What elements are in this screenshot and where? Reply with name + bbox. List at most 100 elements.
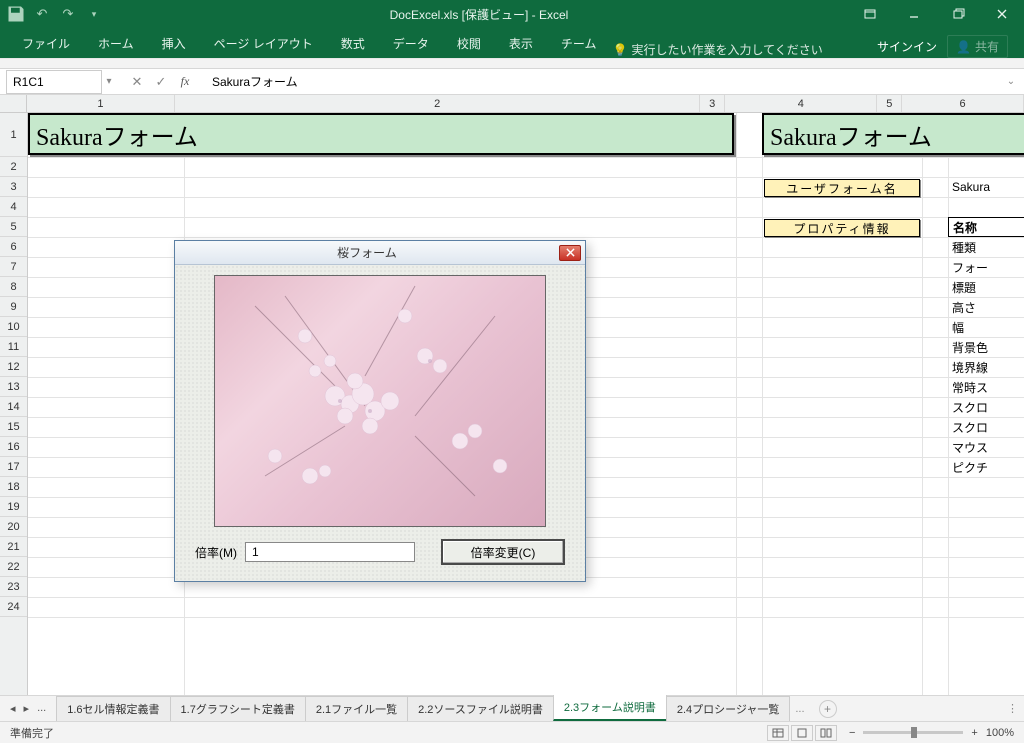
tab-review[interactable]: 校閲 <box>445 29 493 58</box>
row-header[interactable]: 19 <box>0 497 27 517</box>
view-pagelayout-icon[interactable] <box>791 725 813 741</box>
tab-home[interactable]: ホーム <box>86 29 146 58</box>
row-header[interactable]: 8 <box>0 277 27 297</box>
row-header[interactable]: 23 <box>0 577 27 597</box>
name-box[interactable]: R1C1 <box>6 70 102 94</box>
cell-prop[interactable]: スクロ <box>948 417 1024 437</box>
view-normal-icon[interactable] <box>767 725 789 741</box>
row-header[interactable]: 12 <box>0 357 27 377</box>
col-header[interactable]: 6 <box>902 95 1024 112</box>
cancel-icon[interactable]: ✕ <box>126 72 148 92</box>
cell-title[interactable]: Sakuraフォーム <box>28 113 734 155</box>
cell-userform-value[interactable]: Sakura <box>948 177 1024 197</box>
cell-prop[interactable]: ピクチ <box>948 457 1024 477</box>
row-header[interactable]: 18 <box>0 477 27 497</box>
dialog-close-button[interactable] <box>559 245 581 261</box>
minimize-icon[interactable] <box>892 0 936 28</box>
tab-formulas[interactable]: 数式 <box>329 29 377 58</box>
save-icon[interactable] <box>6 4 26 24</box>
fx-icon[interactable]: fx <box>174 72 196 92</box>
sheet-tab[interactable]: 2.2ソースファイル説明書 <box>407 696 554 721</box>
cell-prop[interactable]: 境界線 <box>948 357 1024 377</box>
row-header[interactable]: 24 <box>0 597 27 617</box>
close-icon[interactable] <box>980 0 1024 28</box>
sheet-tab[interactable]: 2.4プロシージャ一覧 <box>666 696 791 721</box>
row-header[interactable]: 6 <box>0 237 27 257</box>
row-header[interactable]: 21 <box>0 537 27 557</box>
namebox-dropdown-icon[interactable]: ▾ <box>102 76 116 87</box>
zoom-slider[interactable] <box>863 731 963 734</box>
cell-userform-label[interactable]: ユーザフォーム名 <box>764 179 920 197</box>
row-header[interactable]: 16 <box>0 437 27 457</box>
cell-col6-header[interactable]: 名称 <box>948 217 1024 237</box>
tab-nav-more-right[interactable]: ... <box>789 703 810 715</box>
ribbon-options-icon[interactable] <box>848 0 892 28</box>
sheet-tab[interactable]: 1.7グラフシート定義書 <box>170 696 306 721</box>
zoom-in-icon[interactable]: + <box>971 727 977 739</box>
tab-nav-prev-icon[interactable]: ▸ <box>24 702 30 715</box>
view-pagebreak-icon[interactable] <box>815 725 837 741</box>
row-header[interactable]: 14 <box>0 397 27 417</box>
row-header[interactable]: 22 <box>0 557 27 577</box>
qat-dropdown-icon[interactable]: ▾ <box>84 4 104 24</box>
redo-icon[interactable]: ↷ <box>58 4 78 24</box>
ratio-input[interactable] <box>245 542 415 562</box>
zoom-level[interactable]: 100% <box>986 727 1014 739</box>
cell-title-2[interactable]: Sakuraフォーム <box>762 113 1024 155</box>
enter-icon[interactable]: ✓ <box>150 72 172 92</box>
row-header[interactable]: 1 <box>0 113 27 157</box>
formula-input[interactable] <box>204 70 1004 94</box>
cell-prop[interactable]: 高さ <box>948 297 1024 317</box>
cell-prop[interactable]: 標題 <box>948 277 1024 297</box>
select-all-corner[interactable] <box>0 95 27 112</box>
new-sheet-button[interactable]: + <box>819 700 837 718</box>
formula-expand-icon[interactable]: ⌄ <box>1004 76 1018 87</box>
restore-icon[interactable] <box>936 0 980 28</box>
tab-data[interactable]: データ <box>381 29 441 58</box>
tab-pagelayout[interactable]: ページ レイアウト <box>202 29 325 58</box>
col-header[interactable]: 3 <box>700 95 725 112</box>
sheet-tab-active[interactable]: 2.3フォーム説明書 <box>553 694 667 721</box>
tab-insert[interactable]: 挿入 <box>150 29 198 58</box>
row-header[interactable]: 2 <box>0 157 27 177</box>
row-header[interactable]: 10 <box>0 317 27 337</box>
row-header[interactable]: 17 <box>0 457 27 477</box>
row-header[interactable]: 15 <box>0 417 27 437</box>
sheet-tab[interactable]: 2.1ファイル一覧 <box>305 696 408 721</box>
sheet-tab[interactable]: 1.6セル情報定義書 <box>56 696 170 721</box>
cell-property-label[interactable]: プロパティ情報 <box>764 219 920 237</box>
cell-prop[interactable]: スクロ <box>948 397 1024 417</box>
cell-prop[interactable]: フォー <box>948 257 1024 277</box>
cell-prop[interactable]: 幅 <box>948 317 1024 337</box>
tab-nav-more[interactable]: ... <box>37 702 46 715</box>
ratio-change-button[interactable]: 倍率変更(C) <box>441 539 565 565</box>
cell-prop[interactable]: 種類 <box>948 237 1024 257</box>
row-header[interactable]: 4 <box>0 197 27 217</box>
row-header[interactable]: 3 <box>0 177 27 197</box>
tellme-search[interactable]: 💡 実行したい作業を入力してください <box>612 41 822 58</box>
dialog-titlebar[interactable]: 桜フォーム <box>175 241 585 265</box>
cell-prop[interactable]: 常時ス <box>948 377 1024 397</box>
undo-icon[interactable]: ↶ <box>32 4 52 24</box>
tab-view[interactable]: 表示 <box>497 29 545 58</box>
tab-team[interactable]: チーム <box>549 29 609 58</box>
zoom-out-icon[interactable]: − <box>849 727 855 739</box>
cell-prop[interactable]: マウス <box>948 437 1024 457</box>
share-button[interactable]: 👤 共有 <box>947 35 1008 58</box>
col-header[interactable]: 4 <box>725 95 877 112</box>
col-header[interactable]: 5 <box>877 95 902 112</box>
row-header[interactable]: 5 <box>0 217 27 237</box>
row-header[interactable]: 9 <box>0 297 27 317</box>
row-header[interactable]: 20 <box>0 517 27 537</box>
tab-file[interactable]: ファイル <box>10 29 82 58</box>
cell-prop[interactable]: 背景色 <box>948 337 1024 357</box>
tabstrip-resize-icon[interactable]: ⋮ <box>1007 702 1024 715</box>
tab-nav-first-icon[interactable]: ◂ <box>10 702 16 715</box>
row-header[interactable]: 13 <box>0 377 27 397</box>
col-header[interactable]: 1 <box>27 95 175 112</box>
col-header[interactable]: 2 <box>175 95 700 112</box>
row-header[interactable]: 7 <box>0 257 27 277</box>
sakura-dialog[interactable]: 桜フォーム <box>174 240 586 582</box>
signin-link[interactable]: サインイン <box>877 38 937 55</box>
row-header[interactable]: 11 <box>0 337 27 357</box>
